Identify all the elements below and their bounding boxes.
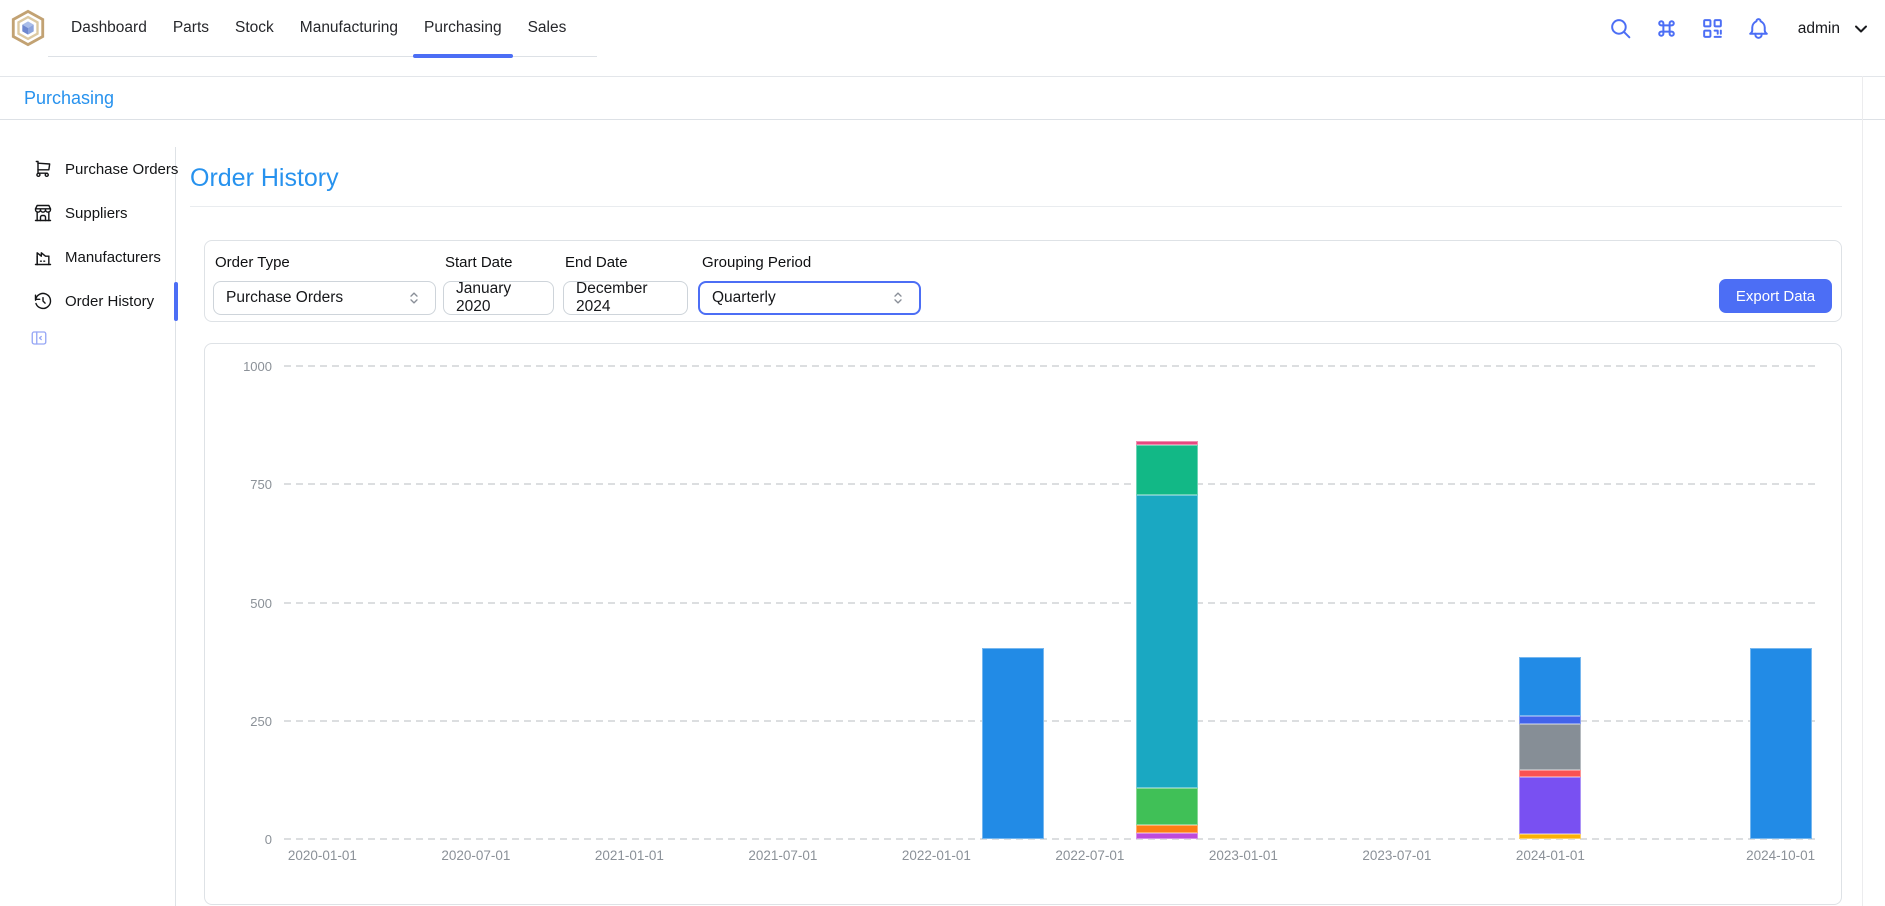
start-date-label: Start Date <box>445 254 513 271</box>
bar-segment <box>1136 788 1198 825</box>
nav-actions: admin <box>1608 0 1871 57</box>
y-axis-tick-label: 500 <box>228 596 272 611</box>
sidebar: Purchase Orders Suppliers Manufacturers Ord… <box>0 147 176 906</box>
tab-sales[interactable]: Sales <box>515 19 580 56</box>
sidebar-item-label: Manufacturers <box>65 249 161 266</box>
x-axis-tick-label: 2023-07-01 <box>1332 848 1462 863</box>
qrcode-icon[interactable] <box>1700 16 1725 41</box>
breadcrumb-bar: Purchasing <box>0 76 1885 120</box>
tab-stock[interactable]: Stock <box>222 19 287 56</box>
bar-segment <box>1136 495 1198 788</box>
y-axis-tick-label: 1000 <box>228 359 272 374</box>
app-root: DashboardPartsStockManufacturingPurchasi… <box>0 0 1885 906</box>
x-axis-tick-label: 2021-07-01 <box>718 848 848 863</box>
bell-icon[interactable] <box>1746 16 1771 41</box>
inventree-logo[interactable] <box>9 9 47 47</box>
y-axis-tick-label: 250 <box>228 714 272 729</box>
tab-parts[interactable]: Parts <box>160 19 222 56</box>
bar-segment <box>1136 825 1198 833</box>
tab-dashboard[interactable]: Dashboard <box>58 19 160 56</box>
bar-segment <box>1519 716 1581 724</box>
factory-icon <box>33 247 53 267</box>
filter-toolbar: Order Type Start Date End Date Grouping … <box>204 240 1842 322</box>
bar-segment <box>982 648 1044 839</box>
bar-2022-04-01[interactable] <box>982 648 1044 839</box>
y-axis-tick-label: 750 <box>228 477 272 492</box>
tab-purchasing[interactable]: Purchasing <box>411 19 515 56</box>
order-type-label: Order Type <box>215 254 290 271</box>
selector-icon <box>405 289 423 307</box>
bar-segment <box>1519 770 1581 777</box>
bar-segment <box>1136 445 1198 495</box>
sidebar-item-label: Suppliers <box>65 205 128 222</box>
grouping-period-select[interactable]: Quarterly <box>698 281 921 315</box>
top-navigation: DashboardPartsStockManufacturingPurchasi… <box>0 0 1885 66</box>
bar-segment <box>1750 648 1812 839</box>
x-axis-tick-label: 2020-07-01 <box>411 848 541 863</box>
x-axis-tick-label: 2020-01-01 <box>257 848 387 863</box>
export-data-button[interactable]: Export Data <box>1719 279 1832 313</box>
x-axis-tick-label: 2023-01-01 <box>1178 848 1308 863</box>
order-history-chart-card: 0 250 500 750 1000 2020-01-01 2020-07-01 2021-0… <box>204 343 1842 905</box>
x-axis-tick-label: 2024-10-01 <box>1716 848 1846 863</box>
chevron-down-icon <box>1851 19 1871 39</box>
title-divider <box>190 206 1842 207</box>
history-clock-icon <box>33 291 53 311</box>
sidebar-item-purchase-orders[interactable]: Purchase Orders <box>0 147 175 191</box>
order-type-select[interactable]: Purchase Orders <box>213 281 436 315</box>
sidebar-item-label: Order History <box>65 293 154 310</box>
shopping-cart-icon <box>33 159 53 179</box>
sidebar-item-label: Purchase Orders <box>65 161 178 178</box>
page-title: Order History <box>190 164 339 193</box>
bar-segment <box>1519 777 1581 834</box>
command-icon[interactable] <box>1654 16 1679 41</box>
x-axis-tick-label: 2022-01-01 <box>871 848 1001 863</box>
start-date-input[interactable]: January 2020 <box>443 281 554 315</box>
bar-segment <box>1519 724 1581 770</box>
sidebar-item-suppliers[interactable]: Suppliers <box>0 191 175 235</box>
sidebar-item-order-history[interactable]: Order History <box>0 279 175 323</box>
sidebar-active-indicator <box>174 282 178 321</box>
y-gridline-500 <box>284 602 1819 604</box>
stacked-bar-chart: 025050075010002020-01-012020-07-012021-0… <box>284 366 1819 839</box>
y-gridline-0 <box>284 838 1819 840</box>
scroll-gutter <box>1862 76 1863 906</box>
grouping-period-label: Grouping Period <box>702 254 811 271</box>
end-date-input[interactable]: December 2024 <box>563 281 688 315</box>
user-name: admin <box>1798 20 1840 38</box>
user-menu[interactable]: admin <box>1798 19 1871 39</box>
y-gridline-750 <box>284 483 1819 485</box>
breadcrumb[interactable]: Purchasing <box>24 88 114 109</box>
y-axis-tick-label: 0 <box>228 832 272 847</box>
end-date-label: End Date <box>565 254 628 271</box>
collapse-sidebar-icon[interactable] <box>30 329 48 347</box>
y-gridline-250 <box>284 720 1819 722</box>
search-icon[interactable] <box>1608 16 1633 41</box>
sidebar-item-manufacturers[interactable]: Manufacturers <box>0 235 175 279</box>
bar-segment <box>1519 657 1581 716</box>
building-store-icon <box>33 203 53 223</box>
tab-manufacturing[interactable]: Manufacturing <box>287 19 411 56</box>
x-axis-tick-label: 2021-01-01 <box>564 848 694 863</box>
x-axis-tick-label: 2024-01-01 <box>1485 848 1615 863</box>
bar-2022-10-01[interactable] <box>1136 441 1198 839</box>
x-axis-tick-label: 2022-07-01 <box>1025 848 1155 863</box>
bar-2024-10-01[interactable] <box>1750 648 1812 839</box>
selector-icon <box>889 289 907 307</box>
main-nav-tabs: DashboardPartsStockManufacturingPurchasi… <box>48 0 597 57</box>
bar-segment <box>1136 833 1198 839</box>
bar-2024-01-01[interactable] <box>1519 657 1581 839</box>
bar-segment <box>1519 834 1581 839</box>
y-gridline-1000 <box>284 365 1819 367</box>
